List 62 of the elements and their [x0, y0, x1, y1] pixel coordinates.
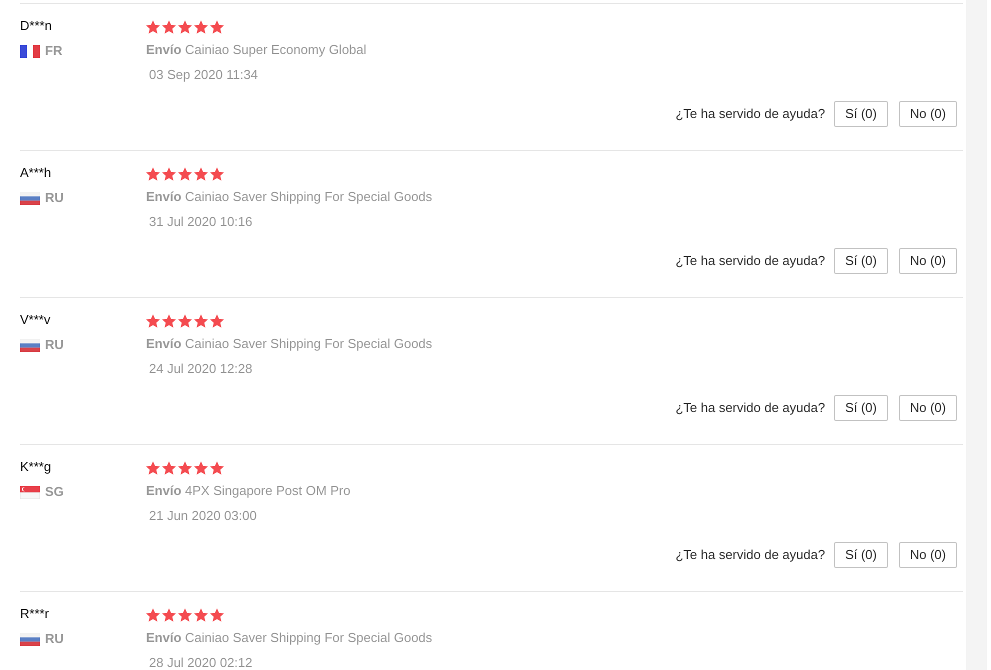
reviewer-name: D***n — [20, 17, 52, 35]
star-icon — [178, 20, 192, 34]
star-icon — [162, 608, 176, 622]
star-icon — [178, 167, 192, 181]
star-icon — [194, 461, 208, 475]
country-code: RU — [45, 630, 64, 648]
flag-icon — [20, 632, 40, 646]
helpful-prompt: ¿Te ha servido de ayuda? — [675, 252, 826, 270]
vote-button[interactable]: No (0) — [898, 542, 957, 568]
flag-icon — [20, 338, 40, 352]
star-icon — [178, 461, 192, 475]
vote-button[interactable]: No (0) — [898, 101, 957, 127]
reviewer-name: K***g — [20, 458, 52, 476]
star-icon — [162, 167, 176, 181]
country-code: RU — [45, 189, 64, 207]
star-icon — [194, 20, 208, 34]
country-code: SG — [45, 483, 64, 501]
vote-button[interactable]: Sí (0) — [834, 542, 888, 568]
star-icon — [146, 314, 160, 328]
flag-icon — [20, 44, 40, 58]
review-date: 21 Jun 2020 03:00 — [149, 507, 257, 525]
star-icon — [146, 167, 160, 181]
vote-button[interactable]: Sí (0) — [834, 248, 888, 274]
shipping-method: Envío 4PX Singapore Post OM Pro — [146, 482, 350, 500]
star-icon — [194, 314, 208, 328]
star-icon — [146, 608, 160, 622]
review-date: 24 Jul 2020 12:28 — [149, 360, 252, 378]
reviewer-name: R***r — [20, 605, 49, 623]
star-icon — [210, 20, 224, 34]
review-date: 03 Sep 2020 11:34 — [149, 66, 258, 84]
star-icon — [194, 167, 208, 181]
review-date: 28 Jul 2020 02:12 — [149, 654, 252, 670]
flag-icon — [20, 192, 40, 204]
star-icon — [178, 608, 192, 622]
star-icon — [210, 608, 224, 622]
vote-button[interactable]: Sí (0) — [834, 395, 888, 421]
star-icon — [178, 314, 192, 328]
star-icon — [162, 314, 176, 328]
shipping-method: Envío Cainiao Saver Shipping For Special Goods — [146, 629, 432, 647]
reviewer-name: A***h — [20, 164, 52, 182]
star-icon — [194, 608, 208, 622]
star-icon — [210, 461, 224, 475]
star-icon — [162, 461, 176, 475]
shipping-method: Envío Cainiao Super Economy Global — [146, 41, 366, 59]
star-icon — [210, 314, 224, 328]
helpful-prompt: ¿Te ha servido de ayuda? — [675, 546, 826, 564]
flag-icon — [20, 486, 40, 498]
shipping-method: Envío Cainiao Saver Shipping For Special Goods — [146, 188, 432, 206]
helpful-prompt: ¿Te ha servido de ayuda? — [675, 105, 826, 124]
star-icon — [146, 461, 160, 475]
star-icon — [210, 167, 224, 181]
star-icon — [146, 20, 160, 34]
vote-button[interactable]: No (0) — [898, 395, 957, 421]
star-icon — [162, 20, 176, 34]
shipping-method: Envío Cainiao Saver Shipping For Special Goods — [146, 335, 432, 353]
review-date: 31 Jul 2020 10:16 — [149, 213, 252, 231]
country-code: RU — [45, 336, 64, 354]
vote-button[interactable]: No (0) — [898, 248, 957, 274]
vote-button[interactable]: Sí (0) — [834, 101, 888, 127]
reviewer-name: V***v — [20, 311, 50, 329]
country-code: FR — [45, 42, 62, 60]
helpful-prompt: ¿Te ha servido de ayuda? — [675, 399, 826, 418]
